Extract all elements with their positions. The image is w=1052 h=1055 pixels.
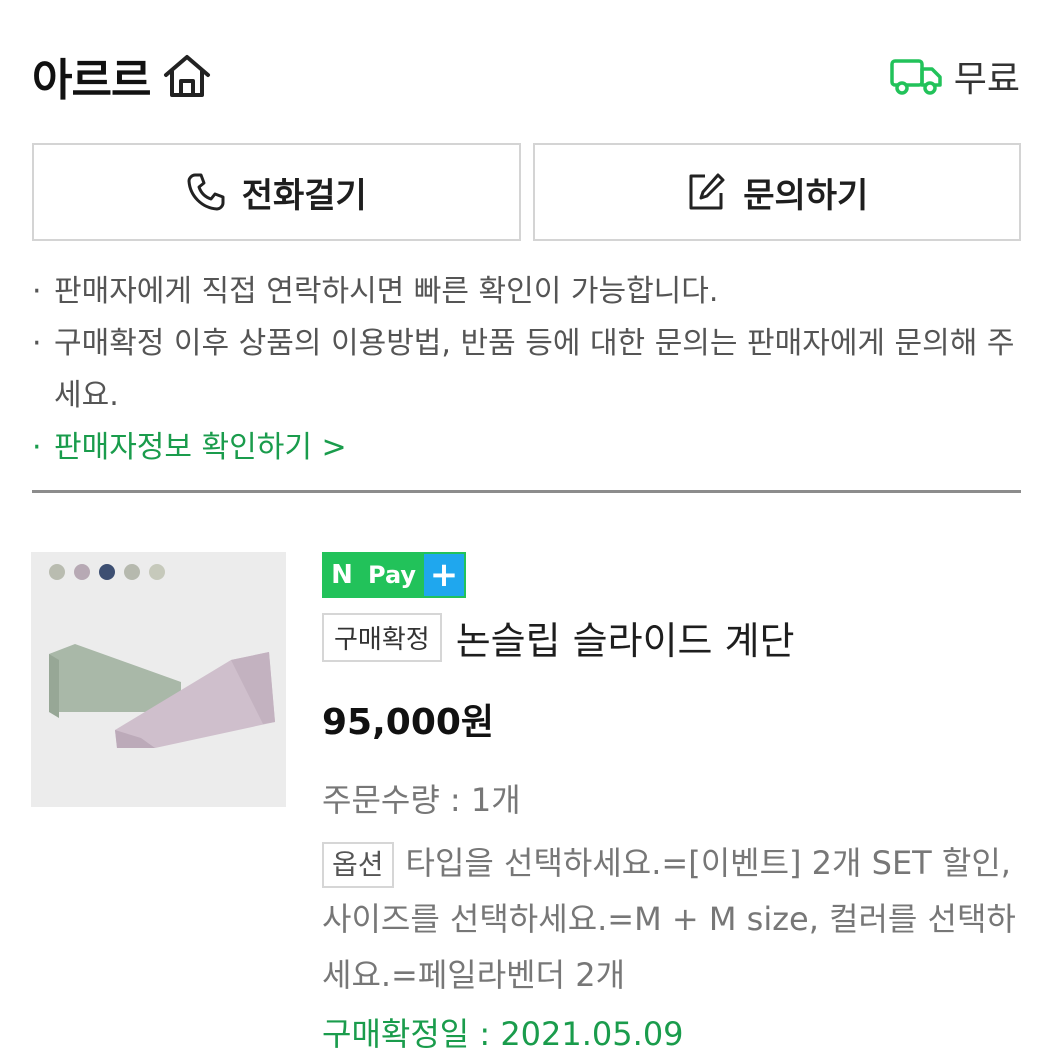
home-icon[interactable] — [162, 53, 212, 99]
product-price: 95,000원 — [322, 702, 495, 743]
notice-bullet: · — [32, 430, 42, 465]
notice-item: · 판매자에게 직접 연락하시면 빠른 확인이 가능합니다. — [32, 266, 1022, 318]
shipping-info: 무료 — [890, 50, 1020, 102]
divider — [32, 490, 1021, 493]
product-info: N Pay + 구매확정 논슬립 슬라이드 계단 95,000원 주문수량 : … — [322, 552, 1022, 1055]
notice-bullet: · — [32, 274, 42, 309]
inquiry-button[interactable]: 문의하기 — [532, 143, 1021, 241]
option-info: 옵션 타입을 선택하세요.=[이벤트] 2개 SET 할인, 사이즈를 선택하세요… — [322, 835, 1022, 1003]
inquiry-button-label: 문의하기 — [743, 175, 869, 216]
shipping-label: 무료 — [953, 59, 1020, 100]
npay-n-logo: N — [324, 554, 360, 596]
call-button-label: 전화걸기 — [241, 175, 367, 216]
option-badge: 옵션 — [322, 842, 394, 888]
notice-text: 구매확정 이후 상품의 이용방법, 반품 등에 대한 문의는 판매자에게 문의해… — [54, 326, 1015, 413]
npay-plus-icon: + — [424, 554, 465, 596]
notice-text: 판매자에게 직접 연락하시면 빠른 확인이 가능합니다. — [54, 274, 719, 309]
store-title[interactable]: 아르르 — [32, 44, 212, 108]
npay-plus-badge: N Pay + — [322, 552, 467, 598]
npay-pay-label: Pay — [360, 554, 425, 596]
edit-icon — [689, 173, 725, 210]
notice-bullet: · — [32, 326, 42, 361]
product-title[interactable]: 논슬립 슬라이드 계단 — [456, 610, 795, 665]
notice-list: · 판매자에게 직접 연락하시면 빠른 확인이 가능합니다. · 구매확정 이후… — [32, 266, 1022, 474]
notice-item: · 구매확정 이후 상품의 이용방법, 반품 등에 대한 문의는 판매자에게 문… — [32, 318, 1022, 422]
phone-icon — [187, 173, 225, 211]
confirm-date: 구매확정일 : 2021.05.09 — [322, 1015, 684, 1053]
status-badge: 구매확정 — [322, 613, 442, 662]
truck-icon — [890, 59, 942, 95]
product-photo — [31, 552, 286, 807]
header: 아르르 무료 — [32, 44, 1020, 108]
seller-info-link[interactable]: · 판매자정보 확인하기 > — [32, 422, 1022, 474]
store-name[interactable]: 아르르 — [32, 44, 151, 108]
contact-actions: 전화걸기 문의하기 — [32, 143, 1021, 241]
seller-info-link-label[interactable]: 판매자정보 확인하기 > — [54, 422, 1022, 474]
title-row: 구매확정 논슬립 슬라이드 계단 — [322, 610, 1022, 665]
product-image[interactable] — [31, 552, 286, 807]
call-button[interactable]: 전화걸기 — [32, 143, 521, 241]
option-text: 타입을 선택하세요.=[이벤트] 2개 SET 할인, 사이즈를 선택하세요.=… — [322, 844, 1016, 994]
order-quantity: 주문수량 : 1개 — [322, 781, 521, 819]
